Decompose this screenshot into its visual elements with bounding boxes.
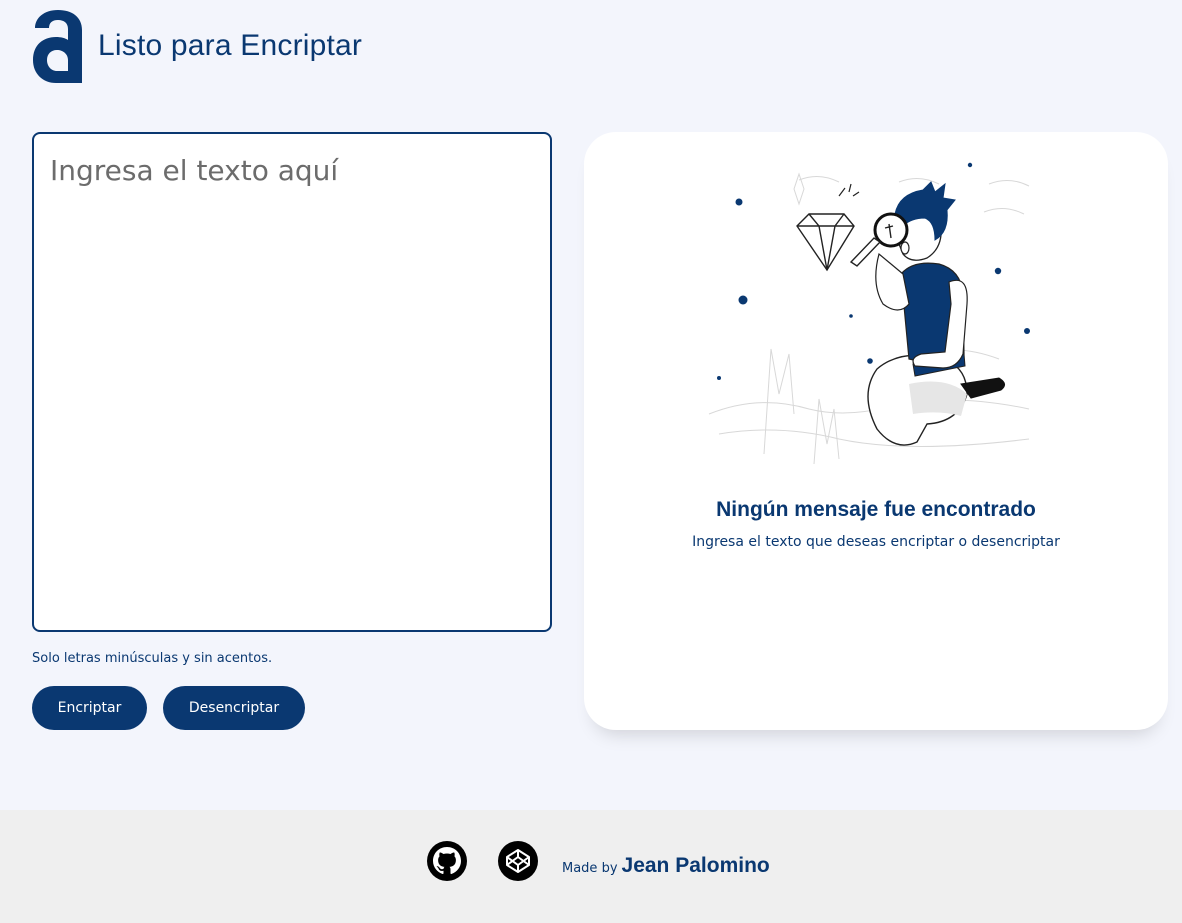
- alura-logo-icon: [33, 10, 82, 83]
- decrypt-button[interactable]: Desencriptar: [163, 686, 305, 730]
- codepen-icon[interactable]: [498, 841, 538, 881]
- text-input-container: [32, 132, 552, 632]
- input-hint: Solo letras minúsculas y sin acentos.: [32, 651, 273, 666]
- boy-with-magnifier-illustration: [708, 162, 1030, 465]
- github-icon[interactable]: [427, 841, 467, 881]
- empty-result-title: Ningún mensaje fue encontrado: [716, 498, 1036, 521]
- page-footer: Made by Jean Palomino: [0, 810, 1182, 923]
- empty-result-subtitle: Ingresa el texto que deseas encriptar o …: [692, 534, 1060, 550]
- app-title: Listo para Encriptar: [98, 29, 363, 62]
- result-panel: Ningún mensaje fue encontrado Ingresa el…: [584, 132, 1168, 730]
- author-name-link[interactable]: Jean Palomino: [622, 854, 770, 878]
- made-by-label: Made by: [562, 861, 618, 876]
- text-input[interactable]: [34, 134, 550, 630]
- encrypt-button[interactable]: Encriptar: [32, 686, 147, 730]
- app-header: Listo para Encriptar: [32, 8, 362, 84]
- author-credit: Made by Jean Palomino: [562, 854, 770, 878]
